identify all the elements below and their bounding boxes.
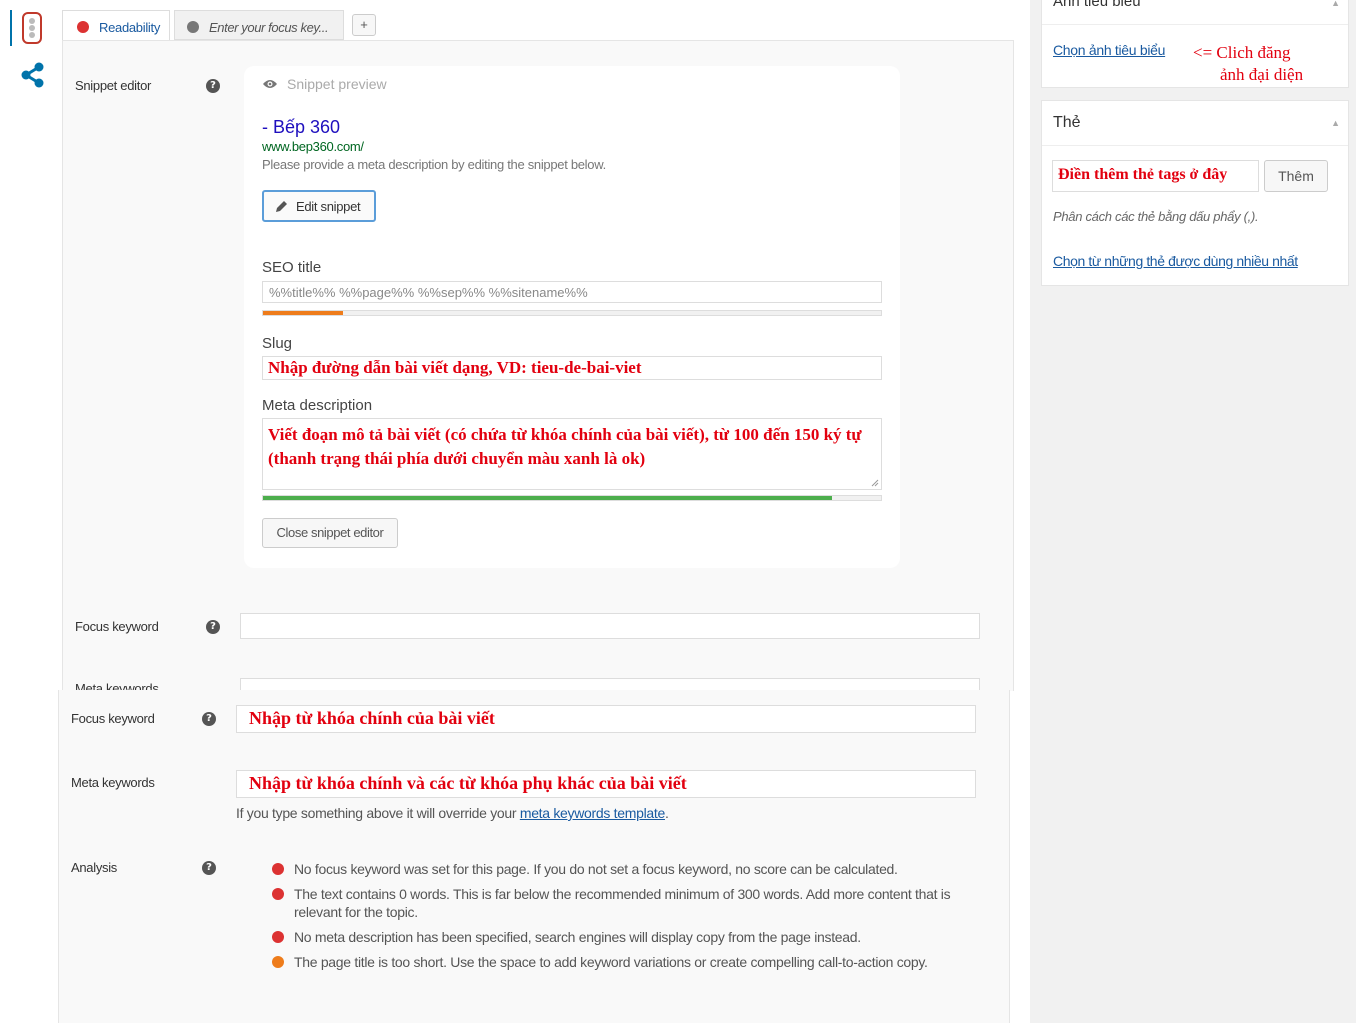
add-keyword-tab-button[interactable]: + xyxy=(352,14,376,36)
status-bullet-icon xyxy=(272,956,284,968)
snippet-preview-label: Snippet preview xyxy=(287,76,387,92)
analysis-item-text: The page title is too short. Use the spa… xyxy=(294,954,928,970)
analysis-item-text: The text contains 0 words. This is far b… xyxy=(294,886,951,920)
edit-snippet-button[interactable]: Edit snippet xyxy=(262,190,376,222)
meta-keywords-label-upper: Meta keywords xyxy=(75,681,159,690)
override-note-suffix: . xyxy=(664,805,669,821)
meta-keywords-input[interactable]: Nhập từ khóa chính và các từ khóa phụ kh… xyxy=(236,770,976,798)
add-tag-button[interactable]: Thêm xyxy=(1264,160,1328,192)
tab-readability-label: Readability xyxy=(99,20,161,35)
analysis-item-text: No focus keyword was set for this page. … xyxy=(294,861,898,877)
tags-header[interactable]: Thẻ ▲ xyxy=(1042,101,1348,146)
status-bullet-icon xyxy=(272,863,284,875)
seo-title-input[interactable] xyxy=(262,281,882,303)
share-icon[interactable] xyxy=(20,62,46,88)
tags-title: Thẻ xyxy=(1053,114,1081,131)
active-tab-indicator xyxy=(10,10,12,46)
focus-keyword-label: Focus keyword xyxy=(71,711,155,726)
meta-description-progress-fill xyxy=(263,496,832,500)
snippet-url: www.bep360.com/ xyxy=(262,139,364,154)
meta-keywords-label-clip: Meta keywords xyxy=(75,680,175,690)
popular-tags-link[interactable]: Chọn từ những thẻ được dùng nhiều nhất xyxy=(1053,253,1298,269)
snippet-editor-label: Snippet editor xyxy=(75,78,152,93)
help-icon[interactable]: ? xyxy=(206,79,220,93)
featured-annotation-line2: ảnh đại diện xyxy=(1220,65,1304,84)
override-note: If you type something above it will over… xyxy=(236,805,669,821)
analysis-item-text: No meta description has been specified, … xyxy=(294,929,861,945)
focus-keyword-label-upper: Focus keyword xyxy=(75,619,159,634)
override-note-prefix: If you type something above it will over… xyxy=(236,805,520,821)
collapse-arrow-icon[interactable]: ▲ xyxy=(1331,0,1340,8)
focus-keyword-value: Nhập từ khóa chính của bài viết xyxy=(249,708,495,728)
meta-description-textarea[interactable]: Viết đoạn mô tả bài viết (có chứa từ khó… xyxy=(262,418,882,490)
help-icon[interactable]: ? xyxy=(202,712,216,726)
help-icon[interactable]: ? xyxy=(202,861,216,875)
pencil-icon xyxy=(276,201,287,212)
meta-keywords-input-upper[interactable] xyxy=(240,678,980,690)
analysis-list: No focus keyword was set for this page. … xyxy=(270,860,970,978)
featured-image-header[interactable]: Ảnh tiêu biểu ▲ xyxy=(1042,0,1348,25)
tab-focus-placeholder: Enter your focus key... xyxy=(209,20,329,35)
analysis-item: The page title is too short. Use the spa… xyxy=(270,953,970,971)
analysis-item: No meta description has been specified, … xyxy=(270,928,970,946)
readability-status-icon xyxy=(77,21,89,33)
status-bullet-icon xyxy=(272,888,284,900)
set-featured-image-link[interactable]: Chọn ảnh tiêu biểu xyxy=(1053,42,1165,58)
meta-description-label: Meta description xyxy=(262,397,373,414)
resize-handle-icon[interactable] xyxy=(871,479,879,487)
traffic-light-icon[interactable] xyxy=(22,12,42,44)
meta-keywords-value: Nhập từ khóa chính và các từ khóa phụ kh… xyxy=(249,773,687,793)
slug-input[interactable]: Nhập đường dẫn bài viết dạng, VD: tieu-d… xyxy=(262,356,882,380)
analysis-item: The text contains 0 words. This is far b… xyxy=(270,885,970,921)
edit-snippet-label: Edit snippet xyxy=(296,199,361,214)
featured-image-title: Ảnh tiêu biểu xyxy=(1053,0,1141,10)
featured-annotation-line1: <= Clich đăng xyxy=(1193,43,1291,62)
focus-keyword-input[interactable]: Nhập từ khóa chính của bài viết xyxy=(236,705,976,733)
analysis-item: No focus keyword was set for this page. … xyxy=(270,860,970,878)
tags-box: Thẻ ▲ Điền thêm thẻ tags ở đây Thêm Phân… xyxy=(1041,100,1349,286)
seo-title-progress-fill xyxy=(263,311,344,315)
slug-label: Slug xyxy=(262,335,293,352)
meta-keywords-label: Meta keywords xyxy=(71,775,155,790)
snippet-description: Please provide a meta description by edi… xyxy=(262,157,606,172)
close-snippet-editor-button[interactable]: Close snippet editor xyxy=(262,518,398,548)
tags-input[interactable]: Điền thêm thẻ tags ở đây xyxy=(1052,160,1259,192)
tab-focus-keyword[interactable]: Enter your focus key... xyxy=(174,10,344,40)
analysis-label: Analysis xyxy=(71,860,118,875)
meta-description-progress-bar xyxy=(262,495,882,501)
tags-input-value: Điền thêm thẻ tags ở đây xyxy=(1058,166,1228,183)
seo-title-label: SEO title xyxy=(262,259,322,276)
tab-readability[interactable]: Readability xyxy=(62,10,170,40)
tags-hint: Phân cách các thẻ bằng dấu phẩy (,). xyxy=(1053,209,1259,224)
eye-icon xyxy=(263,80,277,88)
focus-status-icon xyxy=(187,21,199,33)
collapse-arrow-icon[interactable]: ▲ xyxy=(1331,118,1340,128)
meta-keywords-template-link[interactable]: meta keywords template xyxy=(520,805,665,821)
status-bullet-icon xyxy=(272,931,284,943)
help-icon[interactable]: ? xyxy=(206,620,220,634)
meta-description-value: Viết đoạn mô tả bài viết (có chứa từ khó… xyxy=(268,425,862,468)
slug-input-value: Nhập đường dẫn bài viết dạng, VD: tieu-d… xyxy=(268,358,642,377)
seo-title-progress-bar xyxy=(262,310,882,316)
focus-keyword-input-upper[interactable] xyxy=(240,613,980,639)
snippet-title[interactable]: - Bếp 360 xyxy=(262,117,340,138)
